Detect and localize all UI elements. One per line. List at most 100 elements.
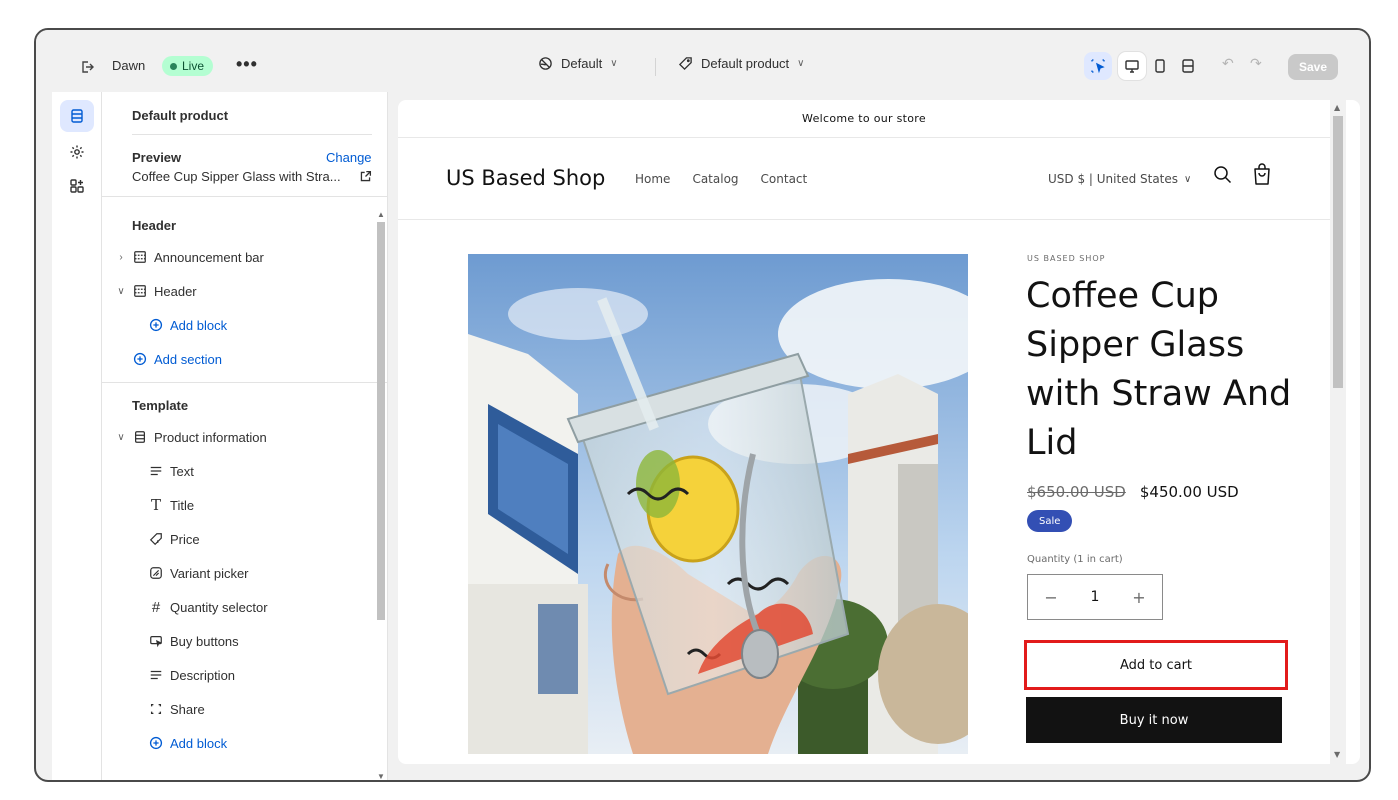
product-image[interactable] bbox=[468, 254, 968, 754]
store-preview: Welcome to our store US Based Shop Home … bbox=[398, 100, 1360, 764]
context-selector[interactable]: Default ∨ bbox=[538, 56, 618, 71]
undo-icon: ↶ bbox=[1222, 55, 1234, 71]
add-block-button[interactable]: Add block bbox=[148, 314, 227, 336]
preview-product[interactable]: Coffee Cup Sipper Glass with Stra... bbox=[132, 169, 372, 184]
block-buy-buttons[interactable]: Buy buttons bbox=[148, 630, 239, 652]
apps-rail-button[interactable] bbox=[60, 170, 94, 202]
search-button[interactable] bbox=[1212, 164, 1234, 190]
compare-at-price: $650.00 USD bbox=[1027, 483, 1126, 501]
currency-selector[interactable]: USD $ | United States ∨ bbox=[1048, 172, 1191, 186]
store-header: US Based Shop Home Catalog Contact USD $… bbox=[398, 138, 1330, 220]
theme-name: Dawn bbox=[112, 58, 146, 73]
add-section-label: Add section bbox=[154, 351, 222, 367]
fullscreen-view-button[interactable] bbox=[1174, 52, 1202, 80]
plus-circle-icon bbox=[148, 317, 164, 333]
quantity-stepper: − 1 + bbox=[1027, 574, 1163, 620]
quantity-increase-button[interactable]: + bbox=[1132, 588, 1145, 607]
sidebar-divider bbox=[102, 382, 387, 383]
text-icon bbox=[148, 463, 164, 479]
sidebar-scroll-thumb[interactable] bbox=[377, 222, 385, 620]
block-text[interactable]: Text bbox=[148, 460, 194, 482]
apps-icon bbox=[70, 179, 84, 193]
mobile-icon bbox=[1155, 59, 1165, 73]
change-preview-link[interactable]: Change bbox=[326, 150, 372, 165]
block-label: Text bbox=[170, 463, 194, 479]
redo-icon: ↷ bbox=[1250, 55, 1262, 71]
section-product-information[interactable]: ∨ Product information bbox=[116, 426, 267, 448]
nav-catalog[interactable]: Catalog bbox=[692, 172, 738, 186]
section-icon bbox=[132, 283, 148, 299]
nav-contact[interactable]: Contact bbox=[761, 172, 808, 186]
sidebar-divider bbox=[102, 196, 387, 197]
block-label: Price bbox=[170, 531, 200, 547]
plus-circle-icon bbox=[132, 351, 148, 367]
cart-button[interactable] bbox=[1251, 162, 1273, 190]
redo-button[interactable]: ↷ bbox=[1250, 55, 1262, 72]
mobile-view-button[interactable] bbox=[1146, 52, 1174, 80]
exit-icon bbox=[82, 61, 94, 73]
undo-button[interactable]: ↶ bbox=[1222, 55, 1234, 72]
buy-now-button[interactable]: Buy it now bbox=[1026, 697, 1282, 743]
chevron-down-icon: ∨ bbox=[610, 58, 618, 69]
store-logo[interactable]: US Based Shop bbox=[446, 166, 605, 190]
block-variant-picker[interactable]: Variant picker bbox=[148, 562, 249, 584]
sidebar-scrollbar[interactable]: ▲ ▼ bbox=[374, 210, 386, 781]
text-icon bbox=[148, 667, 164, 683]
template-group-label: Template bbox=[132, 398, 189, 413]
preview-scroll-thumb[interactable] bbox=[1333, 116, 1343, 388]
nav-home[interactable]: Home bbox=[635, 172, 670, 186]
desktop-view-button[interactable] bbox=[1118, 52, 1146, 80]
block-price[interactable]: Price bbox=[148, 528, 200, 550]
currency-label: USD $ | United States bbox=[1048, 172, 1179, 186]
add-block-label: Add block bbox=[170, 735, 228, 751]
chevron-down-icon: ∨ bbox=[797, 58, 805, 69]
tag-icon bbox=[678, 57, 692, 71]
exit-button[interactable] bbox=[76, 56, 98, 78]
gear-icon bbox=[70, 145, 84, 159]
globe-icon bbox=[539, 57, 552, 70]
view-tools bbox=[1084, 52, 1202, 80]
sidebar-title: Default product bbox=[132, 108, 229, 123]
product-title: Coffee Cup Sipper Glass with Straw And L… bbox=[1026, 276, 1292, 463]
block-description[interactable]: Description bbox=[148, 664, 235, 686]
quantity-input[interactable]: 1 bbox=[1091, 589, 1100, 605]
scroll-down-icon: ▼ bbox=[1334, 750, 1341, 759]
inspector-toggle[interactable] bbox=[1084, 52, 1112, 80]
add-to-cart-button[interactable]: Add to cart bbox=[1024, 640, 1288, 690]
add-section-button[interactable]: Add section bbox=[132, 348, 222, 370]
block-label: Buy buttons bbox=[170, 633, 239, 649]
announcement-text: Welcome to our store bbox=[802, 112, 926, 125]
block-share[interactable]: Share bbox=[148, 698, 205, 720]
block-label: Quantity selector bbox=[170, 599, 268, 615]
chevron-down-icon: ∨ bbox=[117, 431, 125, 443]
editor-topbar: Dawn Live ••• Default ∨ Default product … bbox=[36, 30, 1369, 92]
template-selector[interactable]: Default product ∨ bbox=[678, 56, 805, 71]
cart-bag-icon bbox=[1254, 163, 1270, 185]
live-label: Live bbox=[182, 59, 205, 73]
more-actions-button[interactable]: ••• bbox=[236, 54, 258, 75]
save-button[interactable]: Save bbox=[1288, 54, 1338, 80]
block-title[interactable]: T Title bbox=[148, 494, 194, 516]
template-selector-label: Default product bbox=[701, 56, 790, 71]
sections-rail-button[interactable] bbox=[60, 100, 94, 132]
topbar-divider bbox=[655, 58, 656, 76]
plus-circle-icon bbox=[148, 735, 164, 751]
buy-button-icon bbox=[148, 633, 164, 649]
variant-icon bbox=[148, 565, 164, 581]
desktop-icon bbox=[1125, 60, 1139, 73]
chevron-down-icon: ∨ bbox=[1184, 173, 1192, 185]
chevron-right-icon: › bbox=[119, 251, 123, 263]
section-label: Product information bbox=[154, 429, 267, 445]
product-vendor: US BASED SHOP bbox=[1027, 254, 1106, 263]
block-label: Share bbox=[170, 701, 205, 717]
quantity-decrease-button[interactable]: − bbox=[1044, 588, 1057, 607]
preview-scrollbar[interactable]: ▲ ▼ bbox=[1330, 100, 1346, 764]
add-block-button[interactable]: Add block bbox=[148, 732, 227, 754]
section-header[interactable]: ∨ Header bbox=[116, 280, 196, 302]
editor-window: Dawn Live ••• Default ∨ Default product … bbox=[34, 28, 1371, 782]
settings-rail-button[interactable] bbox=[60, 136, 94, 168]
section-announcement-bar[interactable]: › Announcement bar bbox=[116, 246, 264, 268]
scroll-down-icon: ▼ bbox=[377, 772, 385, 781]
block-quantity-selector[interactable]: # Quantity selector bbox=[148, 596, 268, 618]
store-nav: Home Catalog Contact bbox=[635, 172, 807, 186]
